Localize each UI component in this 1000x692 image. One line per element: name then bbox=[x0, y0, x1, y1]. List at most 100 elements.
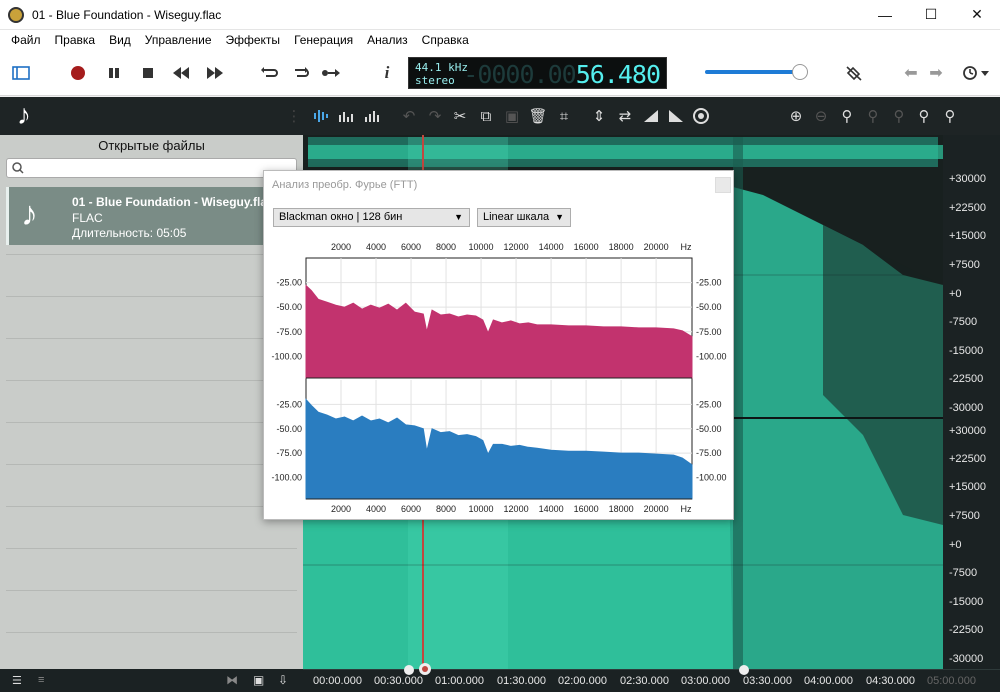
scale-label: +0 bbox=[949, 288, 962, 300]
zoom-fit-icon[interactable]: ⚲ bbox=[890, 107, 908, 125]
loop-selection-icon[interactable] bbox=[290, 62, 312, 84]
fade-out-icon[interactable] bbox=[667, 107, 685, 125]
zoom-in-icon[interactable]: ⊕ bbox=[787, 107, 805, 125]
zoom-all-icon[interactable]: ⚲ bbox=[864, 107, 882, 125]
link-icon[interactable]: ⧓ bbox=[226, 673, 238, 687]
stop-icon[interactable] bbox=[137, 62, 159, 84]
list-divider bbox=[6, 464, 297, 465]
volume-slider-knob[interactable] bbox=[792, 64, 808, 80]
info-icon[interactable]: i bbox=[376, 62, 398, 84]
list-divider bbox=[6, 422, 297, 423]
fft-chart: -25.00 -25.00 -50.00 -50.00 -75.00 -75.00 -100… bbox=[271, 242, 726, 514]
time-display: 44.1 kHz stereo -0000.0056.480 bbox=[408, 57, 667, 89]
menu-view[interactable]: Вид bbox=[102, 33, 138, 47]
timeline-ruler[interactable]: 00:00.000 00:30.000 01:00.000 01:30.000 … bbox=[303, 663, 1000, 692]
maximize-button[interactable]: ☐ bbox=[908, 0, 954, 30]
fade-in-icon[interactable] bbox=[642, 107, 660, 125]
y-tick-label: -50.00 bbox=[276, 302, 302, 312]
waveform-view-icon[interactable] bbox=[313, 107, 331, 125]
x-tick-label: 18000 bbox=[609, 504, 634, 514]
y-tick-label: -75.00 bbox=[696, 448, 722, 458]
zoom-selection-icon[interactable]: ⚲ bbox=[838, 107, 856, 125]
copy-icon[interactable]: ⧉ bbox=[477, 107, 495, 125]
menu-edit[interactable]: Правка bbox=[48, 33, 103, 47]
window-title: 01 - Blue Foundation - Wiseguy.flac bbox=[32, 7, 222, 22]
reverse-icon[interactable]: ⇄ bbox=[616, 107, 634, 125]
time-tick: 04:30.000 bbox=[866, 675, 915, 687]
zoom-out-icon[interactable]: ⊖ bbox=[812, 107, 830, 125]
x-tick-label: 14000 bbox=[539, 504, 564, 514]
search-input[interactable] bbox=[6, 158, 297, 178]
sample-rate: 44.1 kHz bbox=[415, 61, 468, 74]
scale-label: +30000 bbox=[949, 173, 987, 185]
y-tick-label: -50.00 bbox=[276, 424, 302, 434]
menu-analyze[interactable]: Анализ bbox=[360, 33, 415, 47]
crop-icon[interactable]: ⌗ bbox=[555, 107, 573, 125]
compact-view-icon[interactable]: ≡ bbox=[38, 674, 44, 686]
x-tick-label: 10000 bbox=[469, 504, 494, 514]
time-tick: 03:00.000 bbox=[681, 675, 730, 687]
amplitude-scale: +30000 +22500 +15000 +7500 +0 -7500 -150… bbox=[943, 135, 1000, 669]
history-icon[interactable] bbox=[960, 62, 992, 84]
time-tick: 05:00.000 bbox=[927, 675, 976, 687]
undo-icon[interactable]: ↶ bbox=[400, 107, 418, 125]
loop-icon[interactable] bbox=[259, 62, 281, 84]
normalize-icon[interactable]: ⇕ bbox=[590, 107, 608, 125]
effects-icon[interactable] bbox=[692, 107, 710, 125]
scale-label: -22500 bbox=[949, 373, 984, 385]
rewind-icon[interactable] bbox=[170, 62, 192, 84]
music-note-icon: ♪ bbox=[17, 99, 31, 130]
menu-bar: Файл Правка Вид Управление Эффекты Генер… bbox=[0, 30, 1000, 50]
selection-end-marker[interactable] bbox=[738, 664, 750, 676]
back-arrow-icon[interactable]: ⬅ bbox=[900, 62, 922, 84]
x-tick-label: 20000 bbox=[644, 242, 669, 252]
vertical-zoom-in-icon[interactable]: ⚲ bbox=[915, 107, 933, 125]
image-icon[interactable]: ▣ bbox=[253, 673, 264, 687]
volume-slider[interactable] bbox=[705, 64, 808, 80]
search-icon bbox=[12, 162, 24, 174]
redo-icon[interactable]: ↷ bbox=[426, 107, 444, 125]
time-value: 56.480 bbox=[575, 60, 661, 89]
time-tick: 02:30.000 bbox=[620, 675, 669, 687]
file-list-item[interactable]: ♪ 01 - Blue Foundation - Wiseguy.flac FL… bbox=[6, 187, 297, 245]
file-name: 01 - Blue Foundation - Wiseguy.flac bbox=[72, 195, 274, 209]
menu-file[interactable]: Файл bbox=[4, 33, 48, 47]
minimize-button[interactable]: — bbox=[862, 0, 908, 30]
menu-effects[interactable]: Эффекты bbox=[219, 33, 288, 47]
pause-icon[interactable] bbox=[103, 62, 125, 84]
close-button[interactable]: ✕ bbox=[954, 0, 1000, 30]
panel-toggle-icon[interactable] bbox=[10, 62, 32, 84]
fast-forward-icon[interactable] bbox=[204, 62, 226, 84]
scale-label: -15000 bbox=[949, 345, 984, 357]
cut-icon[interactable]: ✂ bbox=[451, 107, 469, 125]
spectrum-view-icon[interactable] bbox=[338, 107, 356, 125]
x-tick-label: 18000 bbox=[609, 242, 634, 252]
x-tick-label: 8000 bbox=[436, 242, 456, 252]
paste-icon[interactable]: ▣ bbox=[503, 107, 521, 125]
panel-status-bar: ☰ ≡ ⧓ ▣ ⇩ bbox=[0, 669, 303, 692]
scale-label: +22500 bbox=[949, 202, 987, 214]
y-tick-label: -100.00 bbox=[271, 351, 302, 361]
panel-header: Открытые файлы bbox=[98, 138, 205, 153]
time-tick: 00:30.000 bbox=[374, 675, 423, 687]
menu-control[interactable]: Управление bbox=[138, 33, 219, 47]
menu-help[interactable]: Справка bbox=[415, 33, 476, 47]
mute-icon[interactable] bbox=[843, 62, 865, 84]
selection-start-marker[interactable] bbox=[403, 664, 415, 676]
menu-generate[interactable]: Генерация bbox=[287, 33, 360, 47]
export-icon[interactable]: ⇩ bbox=[278, 673, 288, 687]
play-to-end-icon[interactable] bbox=[320, 62, 342, 84]
x-tick-label: 10000 bbox=[469, 242, 494, 252]
fft-dialog: Анализ преобр. Фурье (FTT) Blackman окно… bbox=[263, 170, 734, 520]
list-view-icon[interactable]: ☰ bbox=[12, 674, 22, 687]
record-icon[interactable] bbox=[67, 62, 89, 84]
forward-arrow-icon[interactable]: ➡ bbox=[925, 62, 947, 84]
time-tick: 04:00.000 bbox=[804, 675, 853, 687]
scale-label: -7500 bbox=[949, 567, 978, 579]
delete-icon[interactable]: 🗑 bbox=[528, 107, 547, 125]
playhead-marker[interactable] bbox=[418, 662, 432, 676]
time-tick: 01:30.000 bbox=[497, 675, 546, 687]
spectrogram-view-icon[interactable] bbox=[364, 107, 382, 125]
vertical-zoom-out-icon[interactable]: ⚲ bbox=[941, 107, 959, 125]
x-tick-label: 12000 bbox=[504, 242, 529, 252]
